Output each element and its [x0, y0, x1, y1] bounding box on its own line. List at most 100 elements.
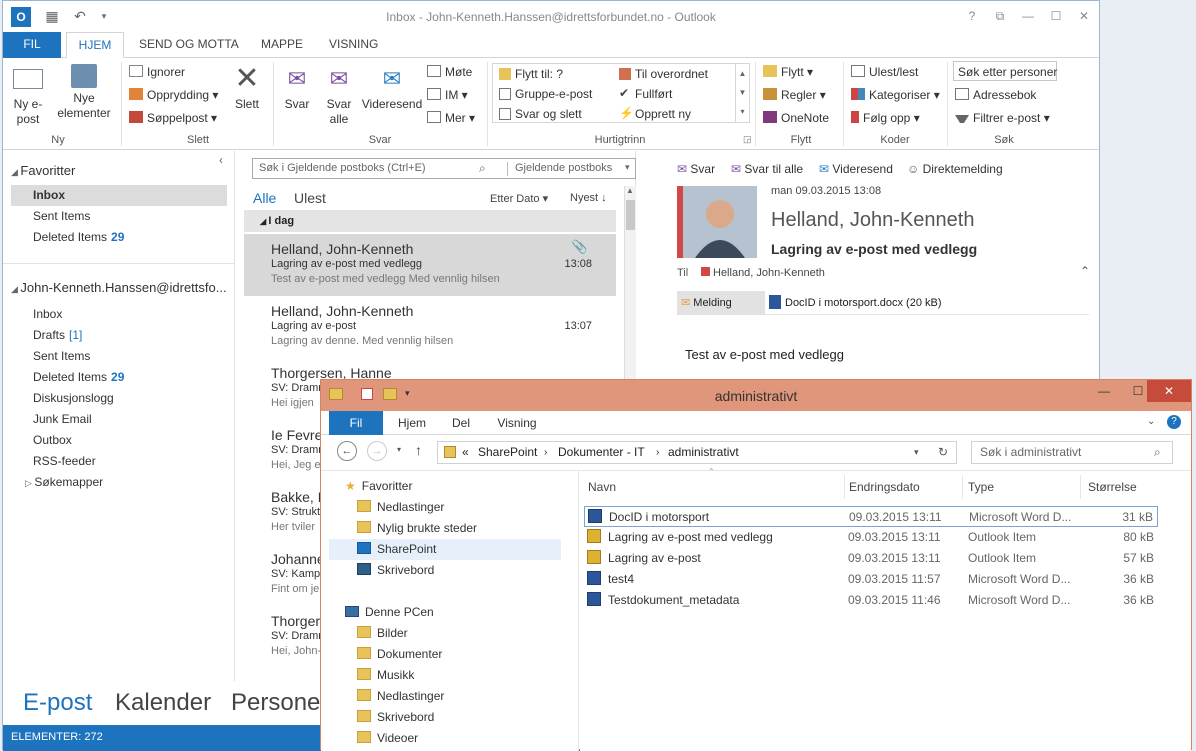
forward-action[interactable]: ✉ Videresend	[819, 162, 893, 176]
follow-up-button[interactable]: Følg opp ▾	[851, 108, 920, 128]
tab-visning[interactable]: VISNING	[319, 32, 388, 58]
breadcrumb-dokumenter-it[interactable]: Dokumenter - IT	[558, 442, 645, 463]
breadcrumb-separator-icon[interactable]: ›	[656, 442, 659, 463]
tab-send-og-motta[interactable]: SEND OG MOTTA	[129, 32, 249, 58]
account-header[interactable]: ◢ John-Kenneth.Hanssen@idrettsfo...	[11, 277, 233, 299]
message-tab[interactable]: ✉ Melding	[677, 291, 765, 315]
im-button[interactable]: IM ▾	[427, 85, 468, 105]
column-type[interactable]: Type	[968, 480, 994, 494]
nav-item-inbox[interactable]: Inbox	[11, 304, 227, 325]
nav-item-conversation-history[interactable]: Diskusjonslogg	[11, 388, 227, 409]
nav-favorites-header[interactable]: ★ Favoritter	[345, 476, 561, 497]
nav-item-deleted-fav[interactable]: Deleted Items 29	[11, 227, 227, 248]
ribbon-display-button[interactable]: ⧉	[987, 7, 1013, 25]
rules-button[interactable]: Regler ▾	[763, 85, 826, 105]
maximize-button[interactable]: ☐	[1043, 7, 1069, 25]
search-scope[interactable]: Gjeldende postboks	[515, 162, 612, 174]
address-book-button[interactable]: Adressebok	[955, 85, 1036, 105]
search-people-input[interactable]: Søk etter personer	[953, 61, 1057, 81]
nav-item-pictures[interactable]: Bilder	[345, 623, 444, 644]
tab-hjem[interactable]: HJEM	[66, 32, 124, 58]
minimize-button[interactable]: —	[1087, 380, 1121, 402]
filter-all[interactable]: Alle	[253, 190, 276, 206]
meeting-button[interactable]: Møte	[427, 62, 472, 82]
search-mailbox-input[interactable]: Søk i Gjeldende postboks (Ctrl+E) ⌕ Gjel…	[252, 158, 636, 179]
explorer-search-input[interactable]: Søk i administrativt ⌕	[971, 441, 1173, 464]
new-items-button[interactable]: Nye elementer	[53, 64, 115, 121]
file-row[interactable]: Lagring av e-post 09.03.2015 13:11 Outlo…	[584, 548, 1158, 569]
move-button[interactable]: Flytt ▾	[763, 62, 813, 82]
help-button[interactable]: ?	[959, 7, 985, 25]
scroll-up-icon[interactable]: ▲	[626, 186, 634, 195]
filter-email-button[interactable]: Filtrer e-post ▾	[955, 108, 1050, 128]
gallery-scroll[interactable]: ▲ ▼ ▾	[735, 64, 749, 122]
attachment-item[interactable]: DocID i motorsport.docx (20 kB)	[769, 291, 942, 315]
scroll-thumb[interactable]	[626, 200, 635, 230]
collapse-header-icon[interactable]: ⌃	[1080, 264, 1090, 278]
sort-order[interactable]: Nyest ↓	[570, 192, 607, 204]
column-date[interactable]: Endringsdato	[849, 480, 920, 494]
nav-item-search-folders[interactable]: ▷ Søkemapper	[11, 472, 227, 493]
reply-all-button[interactable]: ✉ Svar alle	[321, 64, 357, 127]
nav-item-inbox-fav[interactable]: Inbox	[11, 185, 227, 206]
address-dropdown-icon[interactable]: ▾	[914, 442, 919, 463]
categorize-button[interactable]: Kategoriser ▾	[851, 85, 940, 105]
nav-item-downloads-pc[interactable]: Nedlastinger	[345, 686, 444, 707]
nav-item-sent[interactable]: Sent Items	[11, 346, 227, 367]
back-button[interactable]: ←	[337, 441, 357, 461]
nav-item-desktop[interactable]: Skrivebord	[345, 560, 561, 581]
tab-visning[interactable]: Visning	[487, 411, 547, 435]
new-email-button[interactable]: Ny e-post	[7, 64, 49, 127]
help-icon[interactable]: ?	[1167, 415, 1181, 429]
tab-fil[interactable]: FIL	[3, 32, 61, 58]
collapse-pane-icon[interactable]: ‹	[219, 153, 223, 167]
quick-step-reply-delete[interactable]: Svar og slett	[515, 104, 582, 124]
tab-del[interactable]: Del	[441, 411, 481, 435]
forward-button[interactable]: →	[367, 441, 387, 461]
refresh-icon[interactable]: ↻	[938, 442, 948, 463]
breadcrumb-administrativt[interactable]: administrativt	[668, 442, 739, 463]
quick-step-done[interactable]: Fullført	[635, 84, 672, 104]
nav-item-videos[interactable]: Videoer	[345, 728, 444, 749]
junk-button[interactable]: Søppelpost ▾	[129, 108, 217, 128]
nav-item-sharepoint[interactable]: SharePoint	[329, 539, 561, 560]
minimize-button[interactable]: —	[1015, 7, 1041, 25]
tab-hjem[interactable]: Hjem	[389, 411, 435, 435]
recent-locations-icon[interactable]: ▾	[397, 445, 401, 454]
file-row[interactable]: Testdokument_metadata 09.03.2015 11:46 M…	[584, 590, 1158, 611]
reply-all-action[interactable]: ✉ Svar til alle	[731, 162, 803, 176]
nav-people[interactable]: Personer	[231, 689, 328, 717]
message-sender-name[interactable]: Helland, John-Kenneth	[771, 209, 974, 232]
nav-item-documents[interactable]: Dokumenter	[345, 644, 444, 665]
delete-button[interactable]: ✕ Slett	[229, 64, 265, 112]
nav-item-downloads[interactable]: Nedlastinger	[345, 497, 561, 518]
column-name[interactable]: Navn	[588, 480, 616, 494]
group-header[interactable]: ◢ I dag	[244, 210, 616, 232]
search-icon[interactable]: ⌕	[1154, 442, 1161, 463]
file-row[interactable]: Lagring av e-post med vedlegg 09.03.2015…	[584, 527, 1158, 548]
forward-button[interactable]: ✉ Videresend	[361, 64, 423, 112]
search-icon[interactable]: ⌕	[479, 161, 486, 176]
reply-action[interactable]: ✉ Svar	[677, 162, 715, 176]
list-item[interactable]: Helland, John-Kenneth Lagring av e-post …	[244, 234, 616, 296]
sort-by[interactable]: Etter Dato ▾	[490, 192, 548, 205]
nav-item-drafts[interactable]: Drafts [1]	[11, 325, 227, 346]
column-size[interactable]: Størrelse	[1088, 480, 1137, 494]
nav-item-desktop-pc[interactable]: Skrivebord	[345, 707, 444, 728]
nav-item-music[interactable]: Musikk	[345, 665, 444, 686]
tab-fil[interactable]: Fil	[329, 411, 383, 435]
quick-step-to-manager[interactable]: Til overordnet	[635, 64, 708, 84]
more-button[interactable]: Mer ▾	[427, 108, 475, 128]
dialog-launcher-icon[interactable]: ◲	[743, 134, 752, 145]
quick-step-create-new[interactable]: Opprett ny	[635, 104, 691, 124]
close-button[interactable]: ✕	[1071, 7, 1097, 25]
up-button[interactable]: ↑	[415, 442, 422, 458]
nav-item-outbox[interactable]: Outbox	[11, 430, 227, 451]
quick-step-move-to[interactable]: Flytt til: ?	[515, 64, 563, 84]
nav-item-junk[interactable]: Junk Email	[11, 409, 227, 430]
cleanup-button[interactable]: Opprydding ▾	[129, 85, 218, 105]
nav-this-pc-header[interactable]: Denne PCen	[345, 602, 444, 623]
instant-message-action[interactable]: ☺ Direktemelding	[907, 162, 1003, 176]
quick-step-team-email[interactable]: Gruppe-e-post	[515, 84, 592, 104]
nav-calendar[interactable]: Kalender	[115, 689, 211, 717]
